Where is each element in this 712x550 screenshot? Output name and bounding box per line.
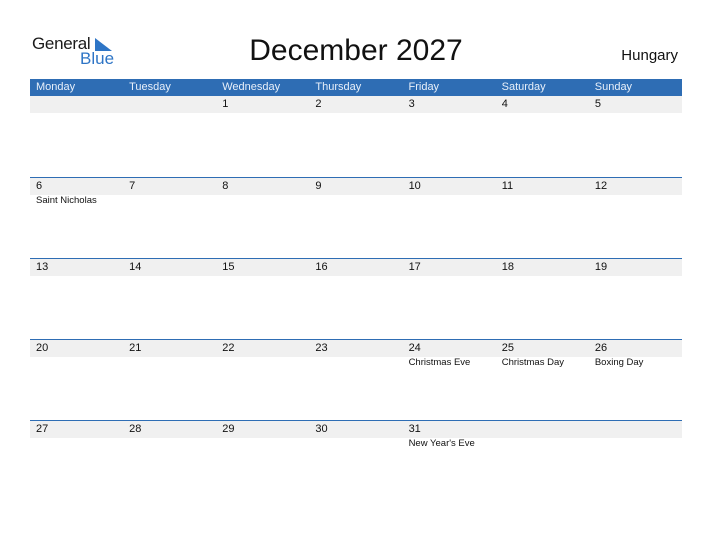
day-number: 17 — [408, 261, 421, 273]
day-cell: 18 — [496, 259, 589, 276]
day-cell: 9 — [309, 178, 402, 195]
day-cell: 14 — [123, 259, 216, 276]
day-number: 23 — [315, 342, 328, 354]
day-number: 1 — [222, 98, 229, 110]
day-number: 29 — [222, 423, 235, 435]
holiday-label: Boxing Day — [594, 357, 644, 368]
day-cell: 12 — [589, 178, 682, 195]
day-cell: 15 — [216, 259, 309, 276]
day-number: 26 — [594, 342, 608, 354]
day-number: 22 — [222, 342, 235, 354]
day-number — [496, 421, 589, 438]
day-cell: 30 — [309, 421, 402, 438]
day-cell: 1 — [216, 96, 309, 113]
weekday-monday: Monday — [36, 81, 76, 93]
day-number: 27 — [36, 423, 49, 435]
day-number: 14 — [129, 261, 142, 273]
day-cell: 6 Saint Nicholas — [30, 178, 123, 207]
day-cell: 13 — [30, 259, 123, 276]
day-cell: 3 — [403, 96, 496, 113]
holiday-label: Christmas Day — [501, 357, 564, 368]
day-cell: 31 New Year's Eve — [403, 421, 496, 450]
day-cell: 17 — [403, 259, 496, 276]
day-number: 10 — [408, 180, 421, 192]
day-number: 20 — [36, 342, 49, 354]
day-cell: 5 — [589, 96, 682, 113]
day-number: 25 — [501, 342, 514, 354]
day-number — [123, 96, 216, 113]
day-number: 4 — [501, 98, 508, 110]
day-cell: 8 — [216, 178, 309, 195]
day-number: 18 — [501, 261, 514, 273]
day-cell: 27 — [30, 421, 123, 438]
day-number: 16 — [315, 261, 328, 273]
day-cell: 10 — [403, 178, 496, 195]
day-number: 31 — [408, 423, 421, 435]
day-number: 24 — [408, 342, 421, 354]
holiday-label: Saint Nicholas — [36, 195, 97, 206]
day-number: 30 — [315, 423, 328, 435]
weekday-saturday: Saturday — [501, 81, 546, 93]
day-cell: 21 — [123, 340, 216, 357]
day-number: 3 — [408, 98, 415, 110]
day-cell: 25 Christmas Day — [496, 340, 589, 369]
day-cell: 20 — [30, 340, 123, 357]
weekday-tuesday: Tuesday — [129, 81, 171, 93]
day-cell: 23 — [309, 340, 402, 357]
day-number — [30, 96, 123, 113]
day-number — [589, 421, 682, 438]
day-number: 6 — [36, 180, 43, 192]
weekday-thursday: Thursday — [315, 81, 362, 93]
day-number: 9 — [315, 180, 322, 192]
day-cell: 7 — [123, 178, 216, 195]
day-cell: 11 — [496, 178, 589, 195]
day-cell: 4 — [496, 96, 589, 113]
day-cell: 28 — [123, 421, 216, 438]
day-cell — [589, 421, 682, 438]
day-number: 7 — [129, 180, 136, 192]
weekday-wednesday: Wednesday — [222, 81, 281, 93]
day-cell — [123, 96, 216, 113]
calendar-title: December 2027 — [249, 34, 463, 67]
day-number: 8 — [222, 180, 229, 192]
day-cell: 22 — [216, 340, 309, 357]
day-cell — [30, 96, 123, 113]
day-number: 15 — [222, 261, 235, 273]
day-cell: 29 — [216, 421, 309, 438]
day-number: 2 — [315, 98, 322, 110]
day-cell: 24 Christmas Eve — [403, 340, 496, 369]
day-number: 13 — [36, 261, 49, 273]
day-number: 19 — [594, 261, 608, 273]
day-number: 11 — [501, 180, 514, 192]
day-cell: 2 — [309, 96, 402, 113]
day-number: 5 — [594, 98, 601, 110]
day-number: 21 — [129, 342, 142, 354]
holiday-label: Christmas Eve — [408, 357, 471, 368]
day-cell: 26 Boxing Day — [589, 340, 682, 369]
holiday-label: New Year's Eve — [408, 438, 475, 449]
day-cell: 16 — [309, 259, 402, 276]
day-cell — [496, 421, 589, 438]
day-cell: 19 — [589, 259, 682, 276]
country-label: Hungary — [621, 47, 678, 64]
weekday-header: Monday Tuesday Wednesday Thursday Friday… — [30, 79, 682, 96]
day-number: 12 — [594, 180, 608, 192]
weekday-sunday: Sunday — [594, 81, 633, 93]
weekday-friday: Friday — [408, 81, 440, 93]
day-number: 28 — [129, 423, 142, 435]
